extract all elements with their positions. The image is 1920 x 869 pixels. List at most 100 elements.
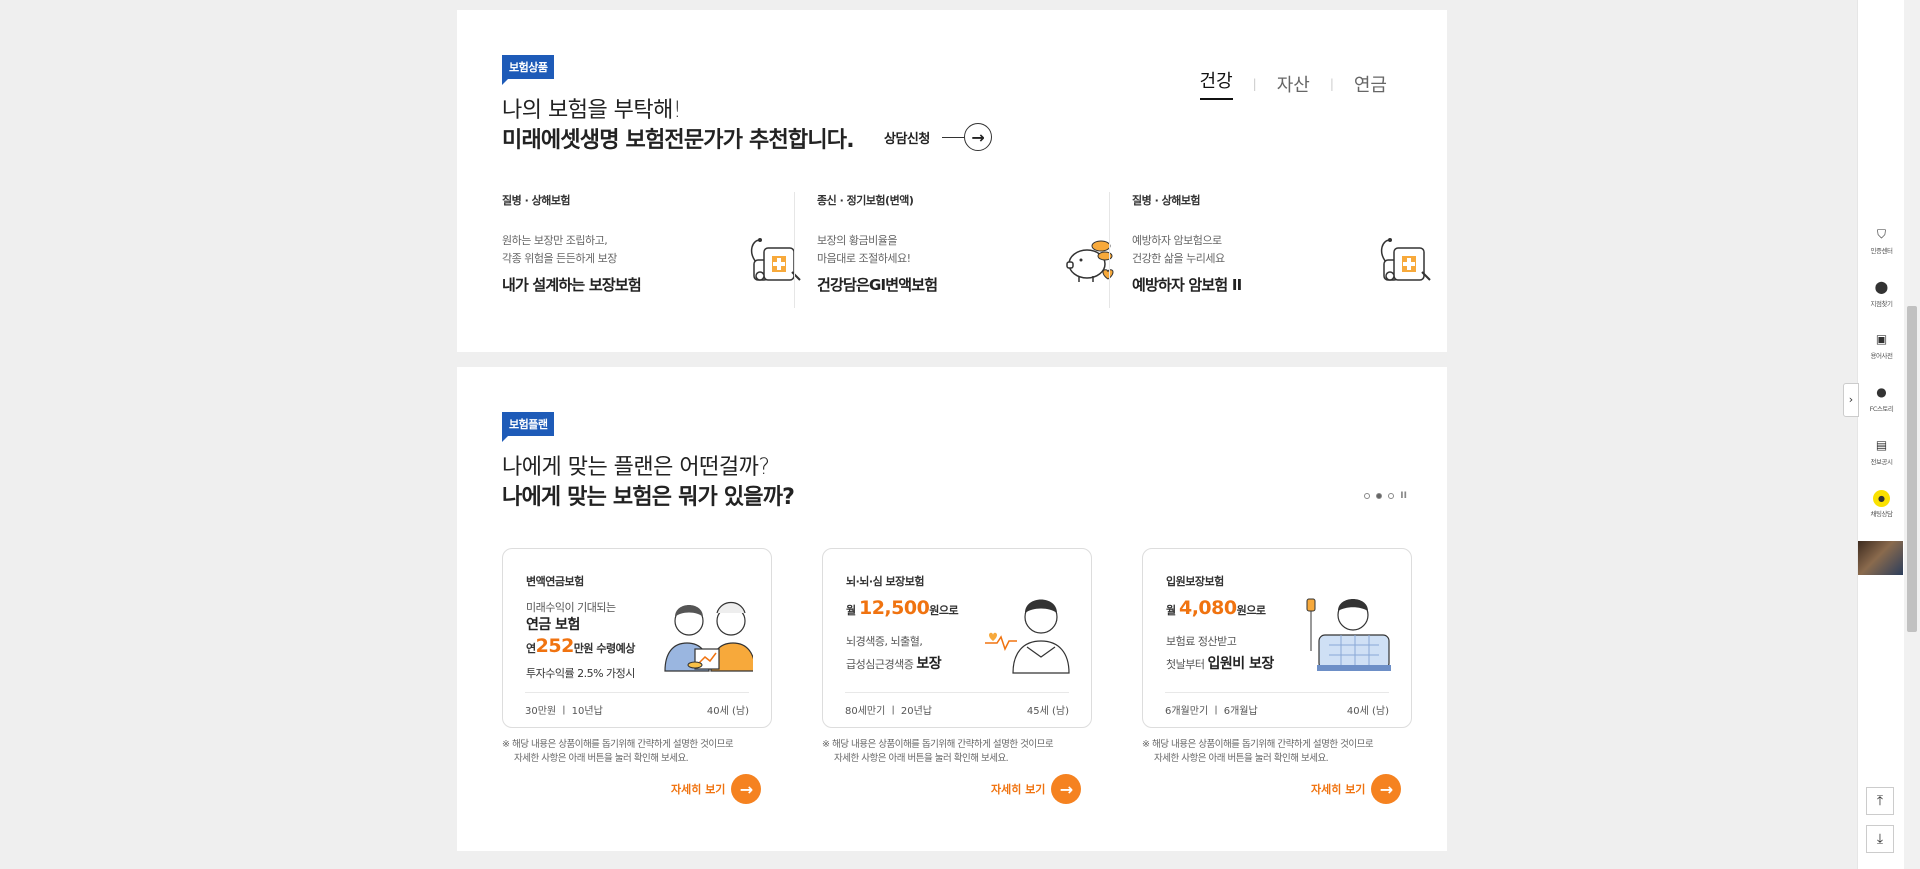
tab-health[interactable]: 건강 xyxy=(1199,67,1233,100)
section-headline-bold: 나에게 맞는 보험은 뭐가 있을까? xyxy=(502,485,795,510)
amount-number: 4,080 xyxy=(1178,597,1237,619)
plan-card[interactable]: 뇌·뇌·심 보장보험 월 12,500원으로 뇌경색증, 뇌출혈, 급성심근경색… xyxy=(822,548,1092,728)
disclaimer-note: ※ 해당 내용은 상품이해를 돕기위해 간략하게 설명한 것이므로 자세한 사항… xyxy=(822,738,1054,766)
arrow-right-icon: → xyxy=(1371,774,1402,804)
plan-card-line: 첫날부터 입원비 보장 xyxy=(1166,653,1274,673)
sidebar-item-label: 지점찾기 xyxy=(1870,300,1893,308)
view-details-label: 자세히 보기 xyxy=(991,783,1046,796)
product-desc-line: 각종 위험을 든든하게 보장 xyxy=(502,252,617,265)
product-description: 원하는 보장만 조립하고, 각종 위험을 든든하게 보장 xyxy=(502,232,617,268)
scroll-to-bottom-button[interactable]: ⤓ xyxy=(1866,825,1894,853)
plan-card-terms: 6개월만기 ㅣ 6개월납 xyxy=(1165,706,1258,717)
product-category: 질병 · 상해보험 xyxy=(502,194,571,207)
location-pin-icon: ⬤ xyxy=(1874,280,1889,294)
plan-card-terms: 80세만기 ㅣ 20년납 xyxy=(845,706,933,717)
plan-card-title: 입원보장보험 xyxy=(1166,575,1224,588)
view-details-label: 자세히 보기 xyxy=(671,783,726,796)
tab-pension[interactable]: 연금 xyxy=(1354,71,1387,97)
sidebar-item-fc-story[interactable]: ● FC스토리 xyxy=(1858,384,1905,413)
document-icon: ▤ xyxy=(1875,438,1888,452)
sidebar-item-label: 채팅상담 xyxy=(1870,510,1893,518)
disclaimer-line: 자세한 사항은 아래 버튼을 눌러 확인해 보세요. xyxy=(514,753,689,764)
plan-card-footer: 6개월만기 ㅣ 6개월납 40세 (남) xyxy=(1165,692,1389,717)
plan-card-age: 45세 (남) xyxy=(1026,706,1069,717)
plan-card-title: 뇌·뇌·심 보장보험 xyxy=(846,575,925,588)
product-name: 예방하자 암보험 II xyxy=(1132,276,1242,294)
amount-number: 12,500 xyxy=(858,597,930,619)
plan-card[interactable]: 입원보장보험 월 4,080원으로 보험료 정산받고 첫날부터 입원비 보장 6… xyxy=(1142,548,1412,728)
amount-suffix: 만원 수령예상 xyxy=(573,642,636,655)
amount-prefix: 연 xyxy=(526,642,536,655)
view-details-button[interactable]: 자세히 보기 → xyxy=(671,774,762,804)
plan-card-line: 뇌경색증, 뇌출혈, xyxy=(846,635,923,648)
disclaimer-line: 자세한 사항은 아래 버튼을 눌러 확인해 보세요. xyxy=(1154,753,1329,764)
consult-request-button[interactable]: 상담신청 → xyxy=(884,123,992,151)
tab-separator: | xyxy=(1329,76,1334,91)
pager-dot[interactable] xyxy=(1364,493,1371,499)
sidebar-item-dictionary[interactable]: ▣ 용어사전 xyxy=(1858,331,1905,360)
product-desc-line: 예방하자 암보험으로 xyxy=(1132,234,1222,247)
divider xyxy=(794,192,795,308)
section-tag: 보험상품 xyxy=(502,55,555,85)
plan-card-footer: 80세만기 ㅣ 20년납 45세 (남) xyxy=(845,692,1069,717)
amount-prefix: 월 xyxy=(846,604,856,617)
plan-card[interactable]: 변액연금보험 미래수익이 기대되는 연금 보험 연252만원 수령예상 투자수익… xyxy=(502,548,772,728)
plan-card-age: 40세 (남) xyxy=(1346,706,1389,717)
section-headline-light: 나에게 맞는 플랜은 어떤걸까? xyxy=(502,455,770,480)
view-details-label: 자세히 보기 xyxy=(1311,783,1366,796)
first-aid-kit-icon xyxy=(750,238,801,281)
plan-card-amount: 월 4,080원으로 xyxy=(1166,597,1266,619)
product-item[interactable]: 질병 · 상해보험 예방하자 암보험으로 건강한 삶을 누리세요 예방하자 암보… xyxy=(1132,192,1448,308)
carousel-pager: II xyxy=(1364,491,1407,501)
scrollbar-thumb[interactable] xyxy=(1907,306,1917,632)
view-details-button[interactable]: 자세히 보기 → xyxy=(1311,774,1402,804)
pager-dot-active[interactable] xyxy=(1376,493,1383,499)
quick-menu-sidebar: ⛉ 인증센터 ⬤ 지점찾기 ▣ 용어사전 ● FC스토리 ▤ 전보공시 ● 채팅… xyxy=(1857,0,1904,869)
disclaimer-line: 자세한 사항은 아래 버튼을 눌러 확인해 보세요. xyxy=(834,753,1009,764)
product-item[interactable]: 질병 · 상해보험 원하는 보장만 조립하고, 각종 위험을 든든하게 보장 내… xyxy=(502,192,818,308)
disclaimer-note: ※ 해당 내용은 상품이해를 돕기위해 간략하게 설명한 것이므로 자세한 사항… xyxy=(1142,738,1374,766)
sidebar-item-branch[interactable]: ⬤ 지점찾기 xyxy=(1858,279,1905,308)
product-description: 예방하자 암보험으로 건강한 삶을 누리세요 xyxy=(1132,232,1225,268)
sidebar-toggle-button[interactable]: › xyxy=(1843,383,1859,417)
sidebar-item-label: 전보공시 xyxy=(1870,458,1893,466)
sidebar-item-chat[interactable]: ● 채팅상담 xyxy=(1858,489,1905,518)
insurance-products-section: 보험상품 나의 보험을 부탁해! 미래에셋생명 보험전문가가 추천합니다. 상담… xyxy=(457,10,1447,352)
sidebar-item-label: 용어사전 xyxy=(1870,352,1893,360)
plan-card-age: 40세 (남) xyxy=(706,706,749,717)
hospital-bed-illustration-icon xyxy=(1306,598,1391,671)
plan-card-title: 변액연금보험 xyxy=(526,575,584,588)
shield-icon: ⛉ xyxy=(1876,227,1886,241)
product-name: 건강담은GI변액보험 xyxy=(817,276,938,294)
plan-card-line-text: 급성심근경색증 xyxy=(846,658,914,671)
product-category: 종신 · 정기보험(변액) xyxy=(817,194,914,207)
product-desc-line: 원하는 보장만 조립하고, xyxy=(502,234,608,247)
page-scrollbar[interactable] xyxy=(1904,0,1920,869)
product-category: 질병 · 상해보험 xyxy=(1132,194,1201,207)
amount-number: 252 xyxy=(535,635,575,657)
product-desc-line: 보장의 황금비율을 xyxy=(817,234,897,247)
man-heart-illustration-icon xyxy=(985,599,1070,674)
plan-card-footer: 30만원 ㅣ 10년납 40세 (남) xyxy=(525,692,749,717)
plan-card-amount: 월 12,500원으로 xyxy=(846,597,959,619)
sidebar-item-label: FC스토리 xyxy=(1869,405,1894,413)
arrow-line xyxy=(941,136,964,138)
scroll-to-top-button[interactable]: ⤒ xyxy=(1866,787,1894,815)
disclaimer-line: ※ 해당 내용은 상품이해를 돕기위해 간략하게 설명한 것이므로 xyxy=(822,739,1054,750)
pager-dot[interactable] xyxy=(1388,493,1395,499)
view-details-button[interactable]: 자세히 보기 → xyxy=(991,774,1082,804)
product-desc-line: 건강한 삶을 누리세요 xyxy=(1132,252,1225,265)
plan-card-line: 미래수익이 기대되는 xyxy=(526,601,616,614)
dictionary-icon: ▣ xyxy=(1875,332,1888,346)
product-item[interactable]: 종신 · 정기보험(변액) 보장의 황금비율을 마음대로 조절하세요! 건강담은… xyxy=(817,192,1133,308)
pause-icon[interactable]: II xyxy=(1400,491,1407,501)
section-headline-light: 나의 보험을 부탁해! xyxy=(502,98,682,123)
insurance-plan-section: 보험플랜 나에게 맞는 플랜은 어떤걸까? 나에게 맞는 보험은 뭐가 있을까?… xyxy=(457,367,1447,851)
sidebar-item-certificate[interactable]: ⛉ 인증센터 xyxy=(1858,226,1905,255)
disclaimer-line: ※ 해당 내용은 상품이해를 돕기위해 간략하게 설명한 것이므로 xyxy=(1142,739,1374,750)
kakao-chat-icon: ● xyxy=(1873,490,1890,507)
video-thumbnail[interactable] xyxy=(1858,541,1903,575)
tab-assets[interactable]: 자산 xyxy=(1277,71,1310,97)
sidebar-item-disclosure[interactable]: ▤ 전보공시 xyxy=(1858,437,1905,466)
plan-card-line: 투자수익률 2.5% 가정시 xyxy=(526,667,635,680)
